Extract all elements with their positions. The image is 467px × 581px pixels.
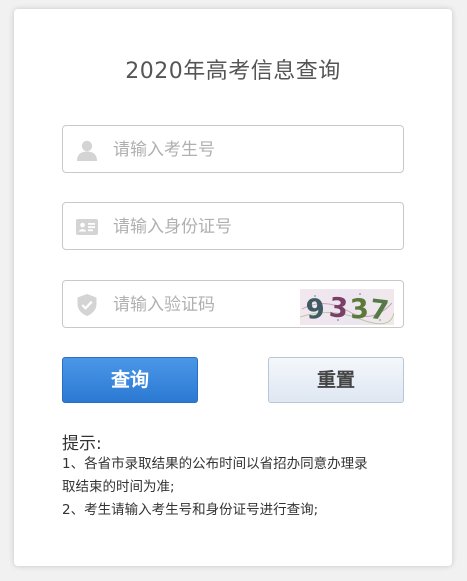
captcha-graphic: 9 3 3 7	[300, 292, 394, 325]
svg-text:9: 9	[304, 293, 326, 325]
tip-line: 1、各省市录取结果的公布时间以省招办同意办理录	[62, 456, 368, 472]
id-number-input[interactable]	[111, 211, 375, 243]
tips-title: 提示:	[62, 434, 102, 454]
exam-number-field[interactable]	[62, 125, 404, 173]
svg-text:3: 3	[328, 292, 349, 325]
svg-text:7: 7	[368, 294, 390, 325]
page-title: 2020年高考信息查询	[125, 59, 341, 84]
user-icon	[75, 138, 99, 162]
shield-icon	[75, 293, 99, 317]
id-number-field[interactable]	[62, 202, 404, 250]
exam-number-input[interactable]	[111, 134, 375, 166]
svg-text:3: 3	[349, 294, 369, 325]
reset-button[interactable]: 重置	[268, 357, 404, 403]
tip-line: 取结束的时间为准;	[62, 479, 175, 495]
query-button[interactable]: 查询	[62, 357, 198, 403]
query-card: 2020年高考信息查询 请输入考生号 请输入身份证号 请输入验证码 9 3 3 …	[14, 9, 452, 566]
captcha-image[interactable]: 9 3 3 7	[300, 289, 394, 325]
tip-line: 2、考生请输入考生号和身份证号进行查询;	[62, 502, 319, 518]
id-card-icon	[75, 215, 99, 239]
captcha-field[interactable]: 9 3 3 7	[62, 280, 404, 328]
captcha-input[interactable]	[111, 289, 285, 321]
